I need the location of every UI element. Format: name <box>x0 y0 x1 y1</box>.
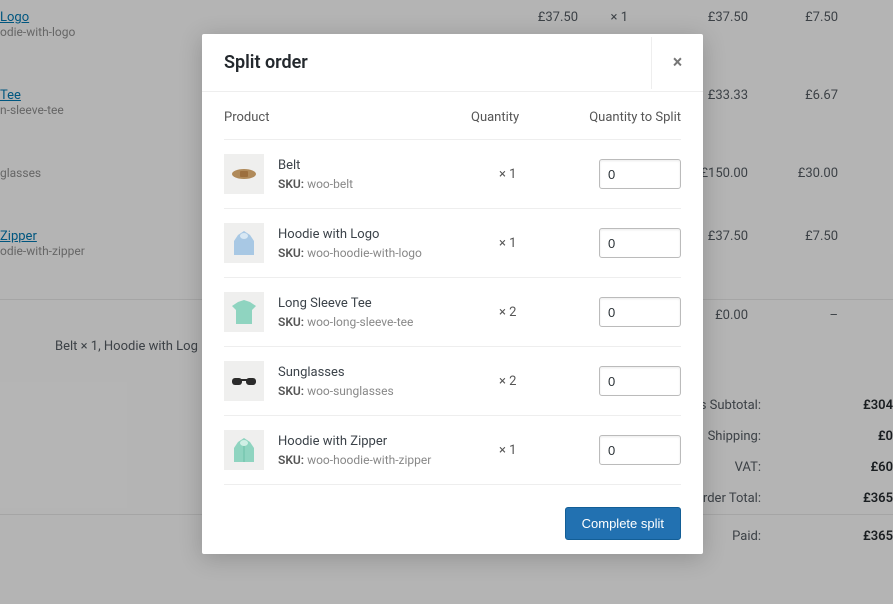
quantity-to-split-input[interactable] <box>599 228 681 258</box>
complete-split-button[interactable]: Complete split <box>565 507 681 540</box>
quantity-to-split-input[interactable] <box>599 159 681 189</box>
split-item-row: Hoodie with Logo SKU: woo-hoodie-with-lo… <box>224 209 681 278</box>
product-name: Hoodie with Zipper <box>278 434 487 449</box>
modal-header: Split order × <box>202 34 703 92</box>
product-sku: SKU: woo-hoodie-with-zipper <box>278 453 487 467</box>
quantity-to-split-input[interactable] <box>599 297 681 327</box>
product-sku: SKU: woo-hoodie-with-logo <box>278 246 487 260</box>
product-sku: SKU: woo-belt <box>278 177 487 191</box>
product-thumbnail <box>224 430 264 470</box>
modal-title: Split order <box>224 52 308 73</box>
modal-body: Product Quantity Quantity to Split Belt … <box>202 92 703 493</box>
split-item-row: Hoodie with Zipper SKU: woo-hoodie-with-… <box>224 416 681 485</box>
product-name: Belt <box>278 158 487 173</box>
split-order-modal: Split order × Product Quantity Quantity … <box>202 34 703 554</box>
product-thumbnail <box>224 154 264 194</box>
col-product: Product <box>224 110 471 125</box>
product-name: Hoodie with Logo <box>278 227 487 242</box>
split-item-row: Belt SKU: woo-belt × 1 <box>224 140 681 209</box>
quantity-to-split-input[interactable] <box>599 435 681 465</box>
product-quantity: × 1 <box>499 443 569 458</box>
modal-footer: Complete split <box>202 493 703 554</box>
product-thumbnail <box>224 223 264 263</box>
product-sku: SKU: woo-long-sleeve-tee <box>278 315 487 329</box>
col-quantity-to-split: Quantity to Split <box>561 110 681 125</box>
product-thumbnail <box>224 292 264 332</box>
quantity-to-split-input[interactable] <box>599 366 681 396</box>
product-name: Sunglasses <box>278 365 487 380</box>
product-quantity: × 1 <box>499 167 569 182</box>
col-quantity: Quantity <box>471 110 561 125</box>
product-thumbnail <box>224 361 264 401</box>
product-quantity: × 2 <box>499 305 569 320</box>
close-icon[interactable]: × <box>651 37 703 89</box>
split-item-row: Sunglasses SKU: woo-sunglasses × 2 <box>224 347 681 416</box>
product-quantity: × 1 <box>499 236 569 251</box>
split-item-row: Long Sleeve Tee SKU: woo-long-sleeve-tee… <box>224 278 681 347</box>
product-sku: SKU: woo-sunglasses <box>278 384 487 398</box>
modal-table-header: Product Quantity Quantity to Split <box>224 92 681 140</box>
product-quantity: × 2 <box>499 374 569 389</box>
product-name: Long Sleeve Tee <box>278 296 487 311</box>
